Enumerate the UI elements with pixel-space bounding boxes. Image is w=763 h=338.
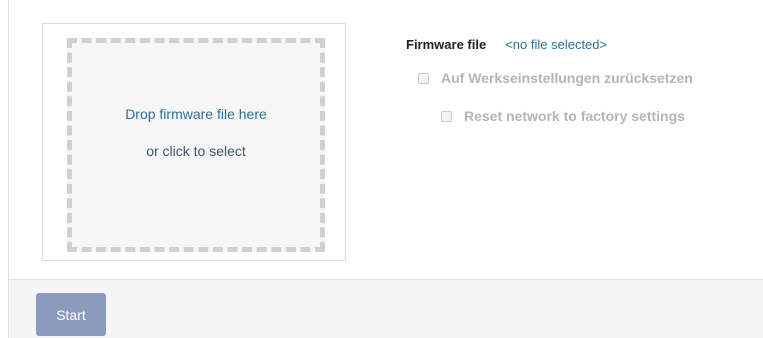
factory-reset-checkbox[interactable] [418, 72, 429, 84]
firmware-dropzone[interactable]: Drop firmware file here or click to sele… [42, 23, 346, 261]
dropzone-dashed-area[interactable]: Drop firmware file here or click to sele… [67, 38, 325, 252]
firmware-file-label: Firmware file [406, 37, 487, 52]
start-button[interactable]: Start [36, 293, 106, 336]
network-reset-checkbox[interactable] [441, 110, 452, 122]
factory-reset-option: Auf Werkseinstellungen zurücksetzen [418, 70, 693, 86]
factory-reset-label: Auf Werkseinstellungen zurücksetzen [441, 70, 693, 86]
network-reset-label: Reset network to factory settings [464, 108, 685, 124]
firmware-file-value: <no file selected> [505, 37, 608, 52]
firmware-file-row: Firmware file <no file selected> [406, 37, 607, 52]
panel-footer [9, 280, 763, 338]
network-reset-option: Reset network to factory settings [441, 108, 685, 124]
firmware-upgrade-panel: Drop firmware file here or click to sele… [0, 0, 763, 338]
dropzone-select-hint: or click to select [146, 142, 246, 159]
dropzone-instruction: Drop firmware file here [125, 105, 267, 122]
